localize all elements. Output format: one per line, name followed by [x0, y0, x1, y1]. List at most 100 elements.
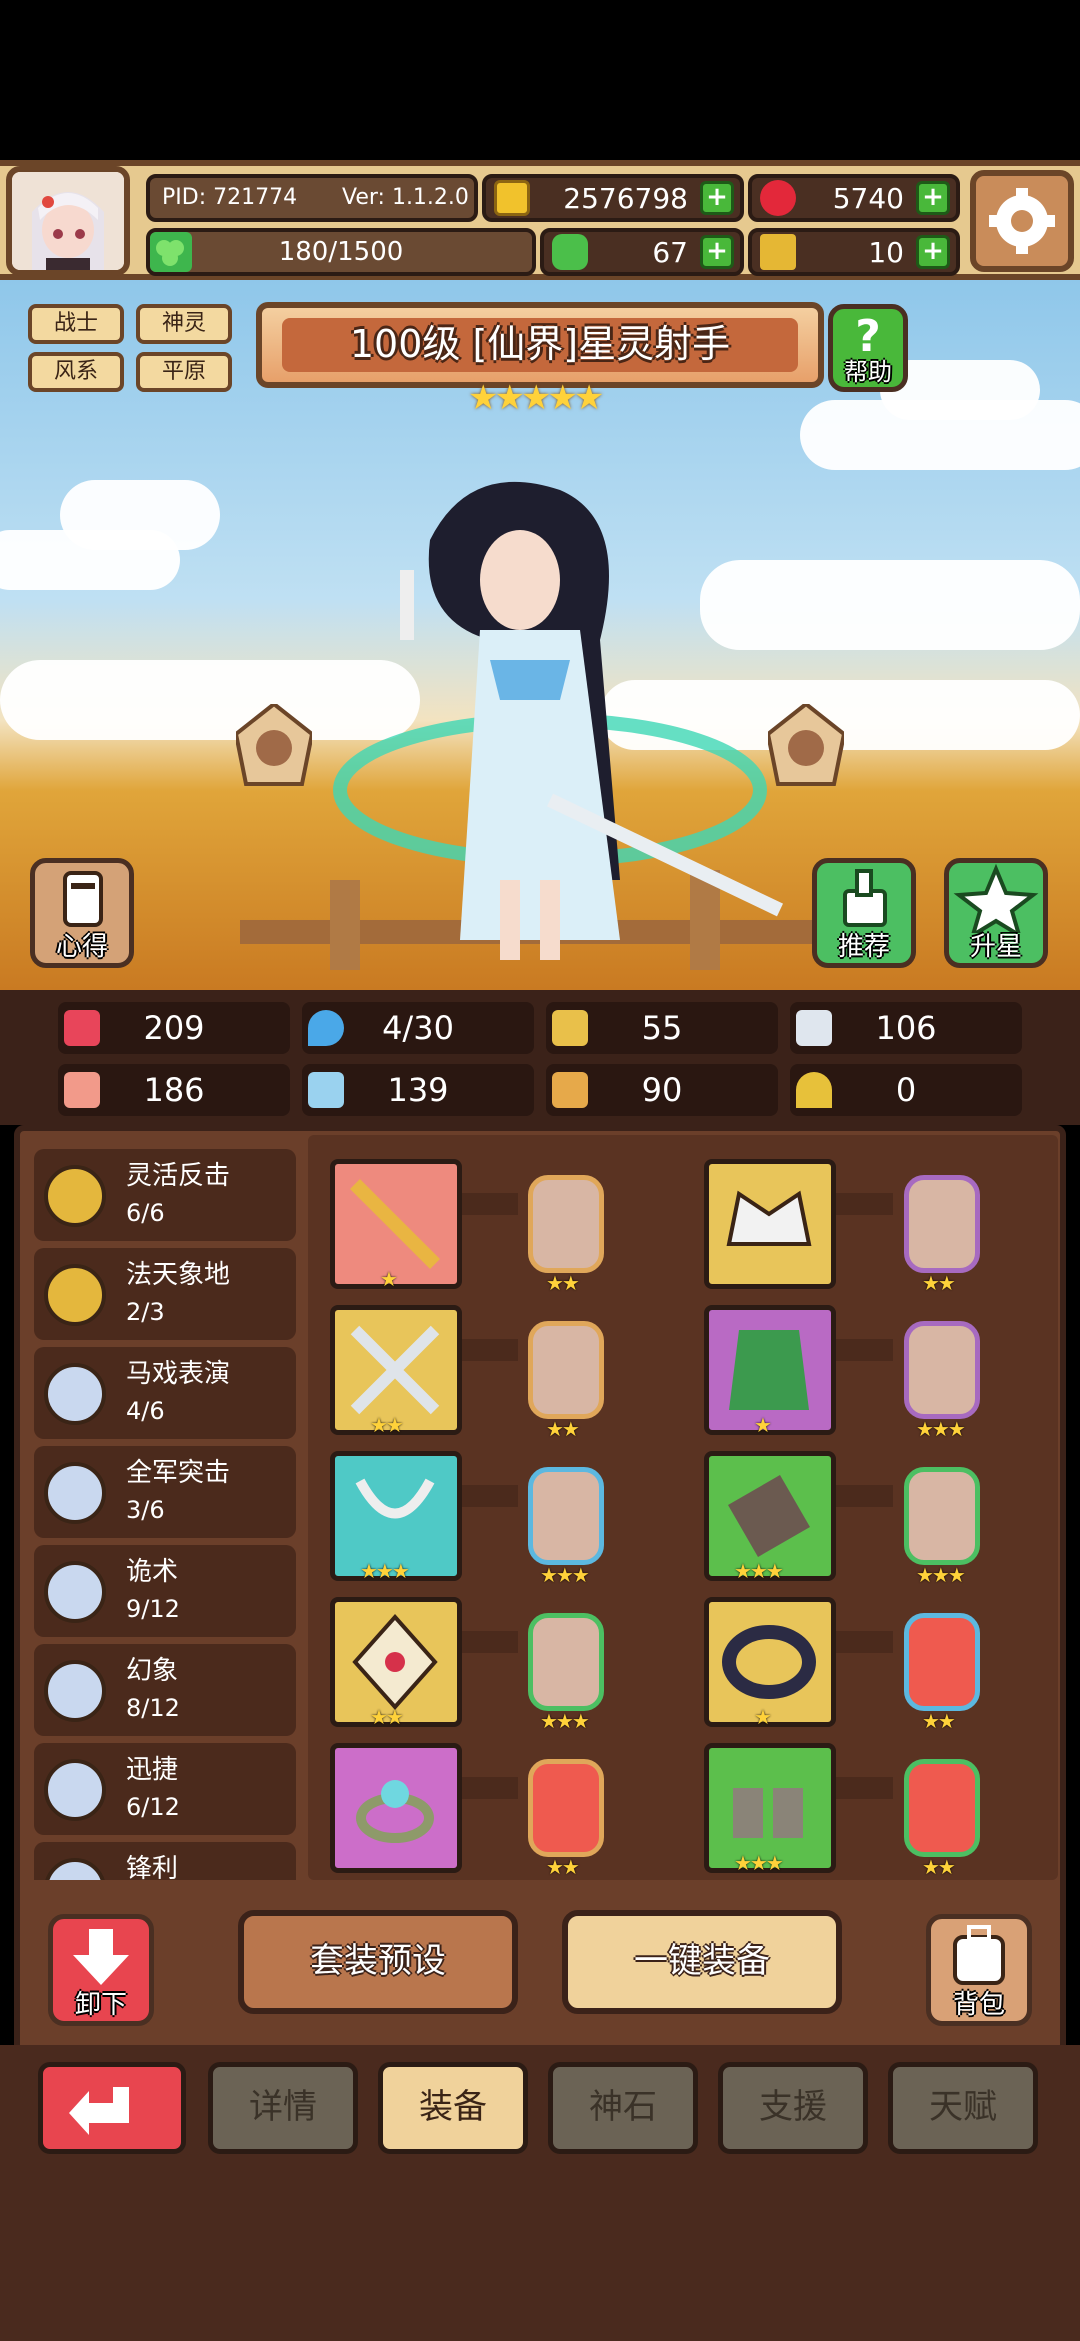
horseshoe-icon [796, 1072, 832, 1108]
add-gold-button[interactable]: + [700, 181, 734, 215]
recommend-button[interactable]: 推荐 [812, 858, 916, 968]
hero-title-banner: 100级 [仙界]星灵射手 [256, 302, 824, 388]
gem-stars: ★★ [546, 1417, 580, 1441]
tab-god-stone[interactable]: 神石 [548, 2062, 698, 2154]
back-button[interactable] [38, 2062, 186, 2154]
armor-slot[interactable] [704, 1305, 836, 1435]
one-key-equip-button[interactable]: 一键装备 [562, 1910, 842, 2014]
helmet-slot[interactable] [704, 1159, 836, 1289]
set-bonus-item[interactable]: 马戏表演 4/6 [34, 1347, 296, 1439]
race-tag: 神灵 [136, 304, 232, 344]
set-bonus-icon [44, 1462, 106, 1524]
stairs-icon [552, 1072, 588, 1108]
set-bonus-item[interactable]: 灵活反击 6/6 [34, 1149, 296, 1241]
hero-name: 100级 [仙界]星灵射手 [349, 322, 731, 366]
item-stars: ★ [380, 1267, 398, 1291]
gem-stars: ★★★ [540, 1709, 590, 1733]
item-stars: ★★ [370, 1705, 404, 1729]
key-value: 10 [868, 235, 904, 269]
bag-button[interactable]: 背包 [926, 1914, 1032, 2026]
stat-agility: 90 [546, 1064, 778, 1116]
belt-icon [722, 1625, 816, 1699]
gem-slot[interactable] [528, 1759, 604, 1857]
add-ruby-button[interactable]: + [916, 181, 950, 215]
set-bonus-list[interactable]: 灵活反击 6/6 法天象地 2/3 马戏表演 4/6 全军突击 3/6 诡术 9/12 幻… [20, 1135, 298, 1880]
wand-icon [350, 1179, 440, 1269]
tab-support[interactable]: 支援 [718, 2062, 868, 2154]
scroll-icon [63, 871, 103, 927]
set-bonus-item[interactable]: 诡术 9/12 [34, 1545, 296, 1637]
set-preset-button[interactable]: 套装预设 [238, 1910, 518, 2014]
clover-value: 67 [652, 235, 688, 269]
gold-counter: 2576798 + [482, 174, 744, 222]
insight-button[interactable]: 心得 [30, 858, 134, 968]
gem-slot[interactable] [528, 1613, 604, 1711]
stat-defense: 55 [546, 1002, 778, 1054]
set-bonus-icon [44, 1264, 106, 1326]
gem-slot[interactable] [528, 1175, 604, 1273]
help-button[interactable]: ? 帮助 [828, 304, 908, 392]
gem-slot[interactable] [528, 1467, 604, 1565]
bracer-icon [728, 1475, 810, 1557]
set-bonus-icon [44, 1363, 106, 1425]
belt-slot[interactable] [704, 1597, 836, 1727]
hero-character-sprite [333, 481, 784, 960]
stat-speed: 106 [790, 1002, 1022, 1054]
star-up-button[interactable]: 升星 [944, 858, 1048, 968]
ring-slot[interactable] [330, 1743, 462, 1873]
boots-icon [733, 1788, 803, 1838]
unequip-button[interactable]: 卸下 [48, 1914, 154, 2026]
necklace-icon [355, 1478, 435, 1519]
terrain-tag: 平原 [136, 352, 232, 392]
weapon-slot[interactable] [330, 1159, 462, 1289]
set-bonus-item[interactable]: 锋利 [34, 1842, 296, 1880]
arrow-down-icon [73, 1929, 129, 1985]
ruby-value: 5740 [832, 181, 904, 215]
gem-slot[interactable] [904, 1759, 980, 1857]
item-stars: ★★ [370, 1413, 404, 1437]
ruby-counter: 5740 + [748, 174, 960, 222]
set-bonus-item[interactable]: 全军突击 3/6 [34, 1446, 296, 1538]
set-bonus-item[interactable]: 幻象 8/12 [34, 1644, 296, 1736]
gem-slot[interactable] [528, 1321, 604, 1419]
tab-talent[interactable]: 天赋 [888, 2062, 1038, 2154]
shield-icon [552, 1010, 588, 1046]
tab-equipment[interactable]: 装备 [378, 2062, 528, 2154]
gold-coin-icon [494, 180, 530, 216]
energy-bar: 180/1500 [146, 228, 536, 276]
book-icon [308, 1072, 344, 1108]
gem-slot[interactable] [904, 1467, 980, 1565]
game-version: Ver: 1.1.2.0 [342, 185, 469, 210]
gem-slot[interactable] [904, 1321, 980, 1419]
add-key-button[interactable]: + [916, 235, 950, 269]
class-tag: 战士 [28, 304, 124, 344]
stat-attack: 186 [58, 1064, 290, 1116]
add-clover-button[interactable]: + [700, 235, 734, 269]
set-bonus-item[interactable]: 迅捷 6/12 [34, 1743, 296, 1835]
stats-panel: 209 4/30 55 106 186 139 90 0 [0, 990, 1080, 1125]
set-bonus-icon [44, 1561, 106, 1623]
gem-stars: ★★ [546, 1855, 580, 1879]
thumbs-up-icon [843, 869, 887, 927]
backpack-icon [953, 1925, 1005, 1985]
settings-button[interactable] [970, 170, 1074, 272]
stat-luck: 0 [790, 1064, 1022, 1116]
key-counter: 10 + [748, 228, 960, 276]
gem-slot[interactable] [904, 1613, 980, 1711]
stat-magic: 139 [302, 1064, 534, 1116]
ring-icon [356, 1780, 434, 1843]
clover-counter: 67 + [540, 228, 744, 276]
tab-details[interactable]: 详情 [208, 2062, 358, 2154]
avatar-portrait-icon [12, 172, 124, 270]
heart-icon [64, 1010, 100, 1046]
player-avatar[interactable] [6, 166, 130, 276]
key-icon [760, 234, 796, 270]
star-icon [953, 863, 1039, 940]
item-stars: ★★★ [734, 1559, 784, 1583]
set-bonus-item[interactable]: 法天象地 2/3 [34, 1248, 296, 1340]
gem-stars: ★★ [922, 1271, 956, 1295]
gem-slot[interactable] [904, 1175, 980, 1273]
gem-stars: ★★★ [916, 1417, 966, 1441]
amulet-icon [352, 1613, 438, 1711]
energy-value: 180/1500 [278, 237, 404, 267]
